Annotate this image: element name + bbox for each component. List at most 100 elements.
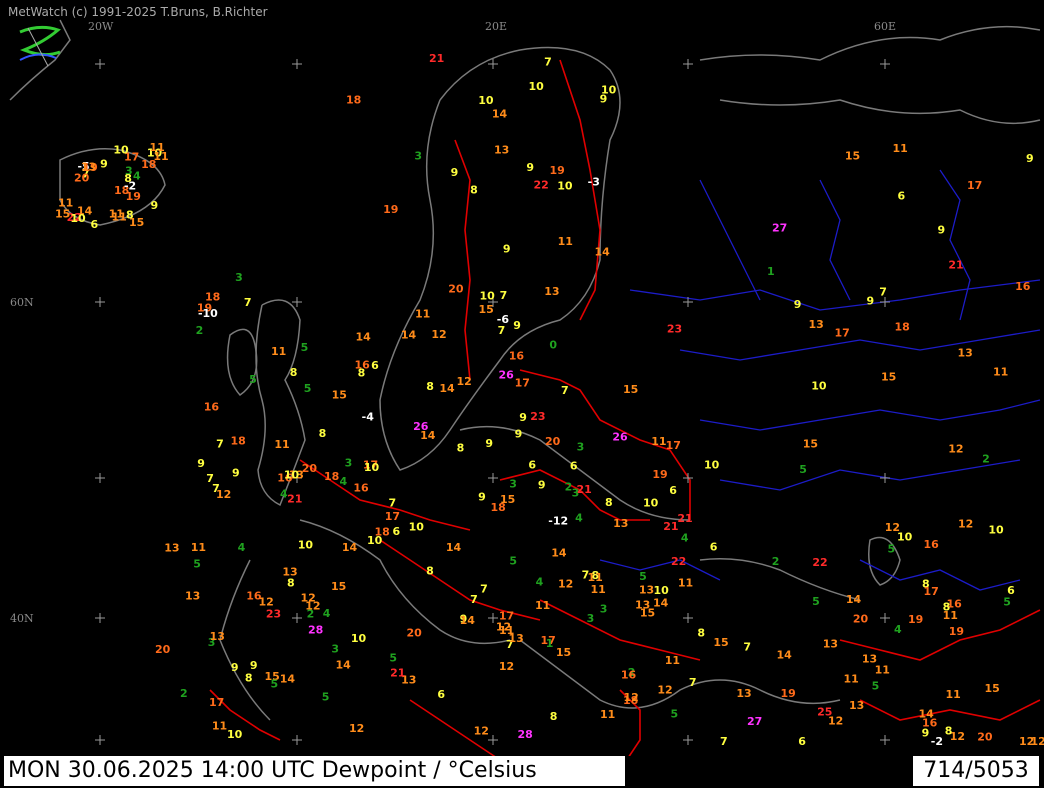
dewpoint-observation: 25 bbox=[817, 705, 832, 718]
dewpoint-observation: 12 bbox=[431, 328, 446, 341]
dewpoint-observation: 17 bbox=[834, 326, 849, 339]
dewpoint-observation: 9 bbox=[538, 479, 546, 492]
dewpoint-observation: 6 bbox=[90, 218, 98, 231]
dewpoint-observation: 20 bbox=[155, 643, 171, 656]
dewpoint-observation: 18 bbox=[490, 501, 505, 514]
dewpoint-observation: 14 bbox=[846, 593, 862, 606]
dewpoint-observation: 12 bbox=[623, 691, 638, 704]
dewpoint-observation: 8 bbox=[245, 672, 253, 685]
dewpoint-observation: 9 bbox=[526, 161, 534, 174]
dewpoint-observation: 16 bbox=[621, 668, 637, 681]
dewpoint-observation: 16 bbox=[1015, 280, 1031, 293]
dewpoint-observation: 11 bbox=[111, 210, 126, 223]
dewpoint-observation: 7 bbox=[743, 640, 751, 653]
dewpoint-observation: -12 bbox=[548, 515, 568, 528]
dewpoint-observation: 11 bbox=[651, 435, 666, 448]
dewpoint-observation: 5 bbox=[799, 463, 807, 476]
dewpoint-observation: 10 bbox=[284, 469, 300, 482]
dewpoint-observation: 14 bbox=[776, 649, 792, 662]
dewpoint-observation: 5 bbox=[812, 595, 820, 608]
dewpoint-observation: 7 bbox=[689, 676, 697, 689]
dewpoint-observation: 13 bbox=[639, 583, 654, 596]
dewpoint-observation: -10 bbox=[198, 307, 218, 320]
dewpoint-observation: 13 bbox=[81, 161, 96, 174]
dewpoint-observation: 5 bbox=[509, 555, 517, 568]
dewpoint-observation: 11 bbox=[558, 235, 573, 248]
dewpoint-observation: 17 bbox=[515, 376, 530, 389]
dewpoint-observation: 5 bbox=[1003, 595, 1011, 608]
map-title: MON 30.06.2025 14:00 UTC Dewpoint / °Cel… bbox=[4, 756, 625, 786]
dewpoint-observation: 22 bbox=[671, 555, 686, 568]
dewpoint-observation: 13 bbox=[613, 517, 628, 530]
dewpoint-observation: 14 bbox=[401, 329, 417, 342]
dewpoint-observation: 8 bbox=[457, 442, 465, 455]
dewpoint-observation: 14 bbox=[446, 541, 462, 554]
lat-label-40n: 40N bbox=[10, 612, 34, 625]
dewpoint-observation: 20 bbox=[853, 613, 869, 626]
dewpoint-observation: 10 bbox=[409, 520, 425, 533]
dewpoint-observation: 23 bbox=[530, 410, 545, 423]
dewpoint-observation: 3 bbox=[509, 478, 517, 491]
dewpoint-observation: 11 bbox=[591, 583, 606, 596]
dewpoint-observation: 14 bbox=[342, 541, 358, 554]
dewpoint-observation: 11 bbox=[191, 541, 206, 554]
dewpoint-observation: 10 bbox=[528, 80, 544, 93]
dewpoint-observation: 19 bbox=[652, 468, 667, 481]
dewpoint-observation: 28 bbox=[518, 728, 533, 741]
dewpoint-observation: 18 bbox=[230, 434, 245, 447]
dewpoint-observation: 11 bbox=[415, 308, 430, 321]
dewpoint-observation: 21 bbox=[677, 512, 692, 525]
dewpoint-observation: 2 bbox=[982, 452, 990, 465]
dewpoint-observation: 12 bbox=[958, 518, 973, 531]
dewpoint-observation: 11 bbox=[993, 366, 1008, 379]
dewpoint-observation: 14 bbox=[492, 108, 508, 121]
dewpoint-observation: 4 bbox=[323, 607, 331, 620]
dewpoint-observation: 5 bbox=[670, 708, 678, 721]
dewpoint-observation: 4 bbox=[681, 531, 689, 544]
dewpoint-observation: 8 bbox=[426, 564, 434, 577]
dewpoint-observation: 5 bbox=[270, 678, 278, 691]
dewpoint-observation: -2 bbox=[931, 735, 943, 748]
dewpoint-observation: 13 bbox=[509, 632, 524, 645]
dewpoint-observation: 15 bbox=[332, 388, 347, 401]
dewpoint-observation: 8 bbox=[290, 366, 298, 379]
dewpoint-observation: 8 bbox=[126, 208, 134, 221]
dewpoint-observation: 5 bbox=[639, 570, 647, 583]
dewpoint-observation: 8 bbox=[319, 427, 327, 440]
dewpoint-observation: 20 bbox=[545, 435, 561, 448]
dewpoint-observation: 21 bbox=[429, 52, 444, 65]
dewpoint-observation: 5 bbox=[322, 691, 330, 704]
dewpoint-observation: 9 bbox=[478, 491, 486, 504]
dewpoint-observation: 10 bbox=[601, 83, 617, 96]
dewpoint-observation: 10 bbox=[988, 524, 1004, 537]
dewpoint-observation: 12 bbox=[948, 442, 963, 455]
dewpoint-observation: 6 bbox=[371, 359, 379, 372]
dewpoint-observation: 15 bbox=[881, 371, 896, 384]
dewpoint-observation: 7 bbox=[244, 296, 252, 309]
dewpoint-observation: 3 bbox=[235, 271, 243, 284]
dewpoint-observation: 11 bbox=[945, 688, 960, 701]
dewpoint-observation: 17 bbox=[666, 439, 681, 452]
dewpoint-observation: 21 bbox=[287, 493, 302, 506]
dewpoint-observation: 7 bbox=[561, 384, 569, 397]
dewpoint-observation: 9 bbox=[503, 242, 511, 255]
dewpoint-observation: 5 bbox=[304, 382, 312, 395]
dewpoint-observation: 3 bbox=[587, 612, 595, 625]
dewpoint-observation: 11 bbox=[665, 654, 680, 667]
dewpoint-observation: 10 bbox=[704, 459, 720, 472]
dewpoint-observation: 9 bbox=[515, 428, 523, 441]
dewpoint-observation: 12 bbox=[349, 722, 364, 735]
dewpoint-observation: 11 bbox=[875, 664, 890, 677]
dewpoint-observation: 10 bbox=[298, 539, 314, 552]
dewpoint-observation: 18 bbox=[346, 94, 361, 107]
dewpoint-observation: 6 bbox=[897, 189, 905, 202]
dewpoint-observation: 2 bbox=[196, 324, 204, 337]
dewpoint-observation: 13 bbox=[958, 347, 973, 360]
dewpoint-observation: 9 bbox=[232, 467, 240, 480]
dewpoint-observation: -4 bbox=[362, 411, 375, 424]
dewpoint-observation: 12 bbox=[657, 684, 672, 697]
dewpoint-observation: 10 bbox=[70, 212, 86, 225]
dewpoint-observation: 15 bbox=[623, 383, 638, 396]
dewpoint-observation: 13 bbox=[494, 143, 509, 156]
dewpoint-observation: 7 bbox=[470, 593, 478, 606]
